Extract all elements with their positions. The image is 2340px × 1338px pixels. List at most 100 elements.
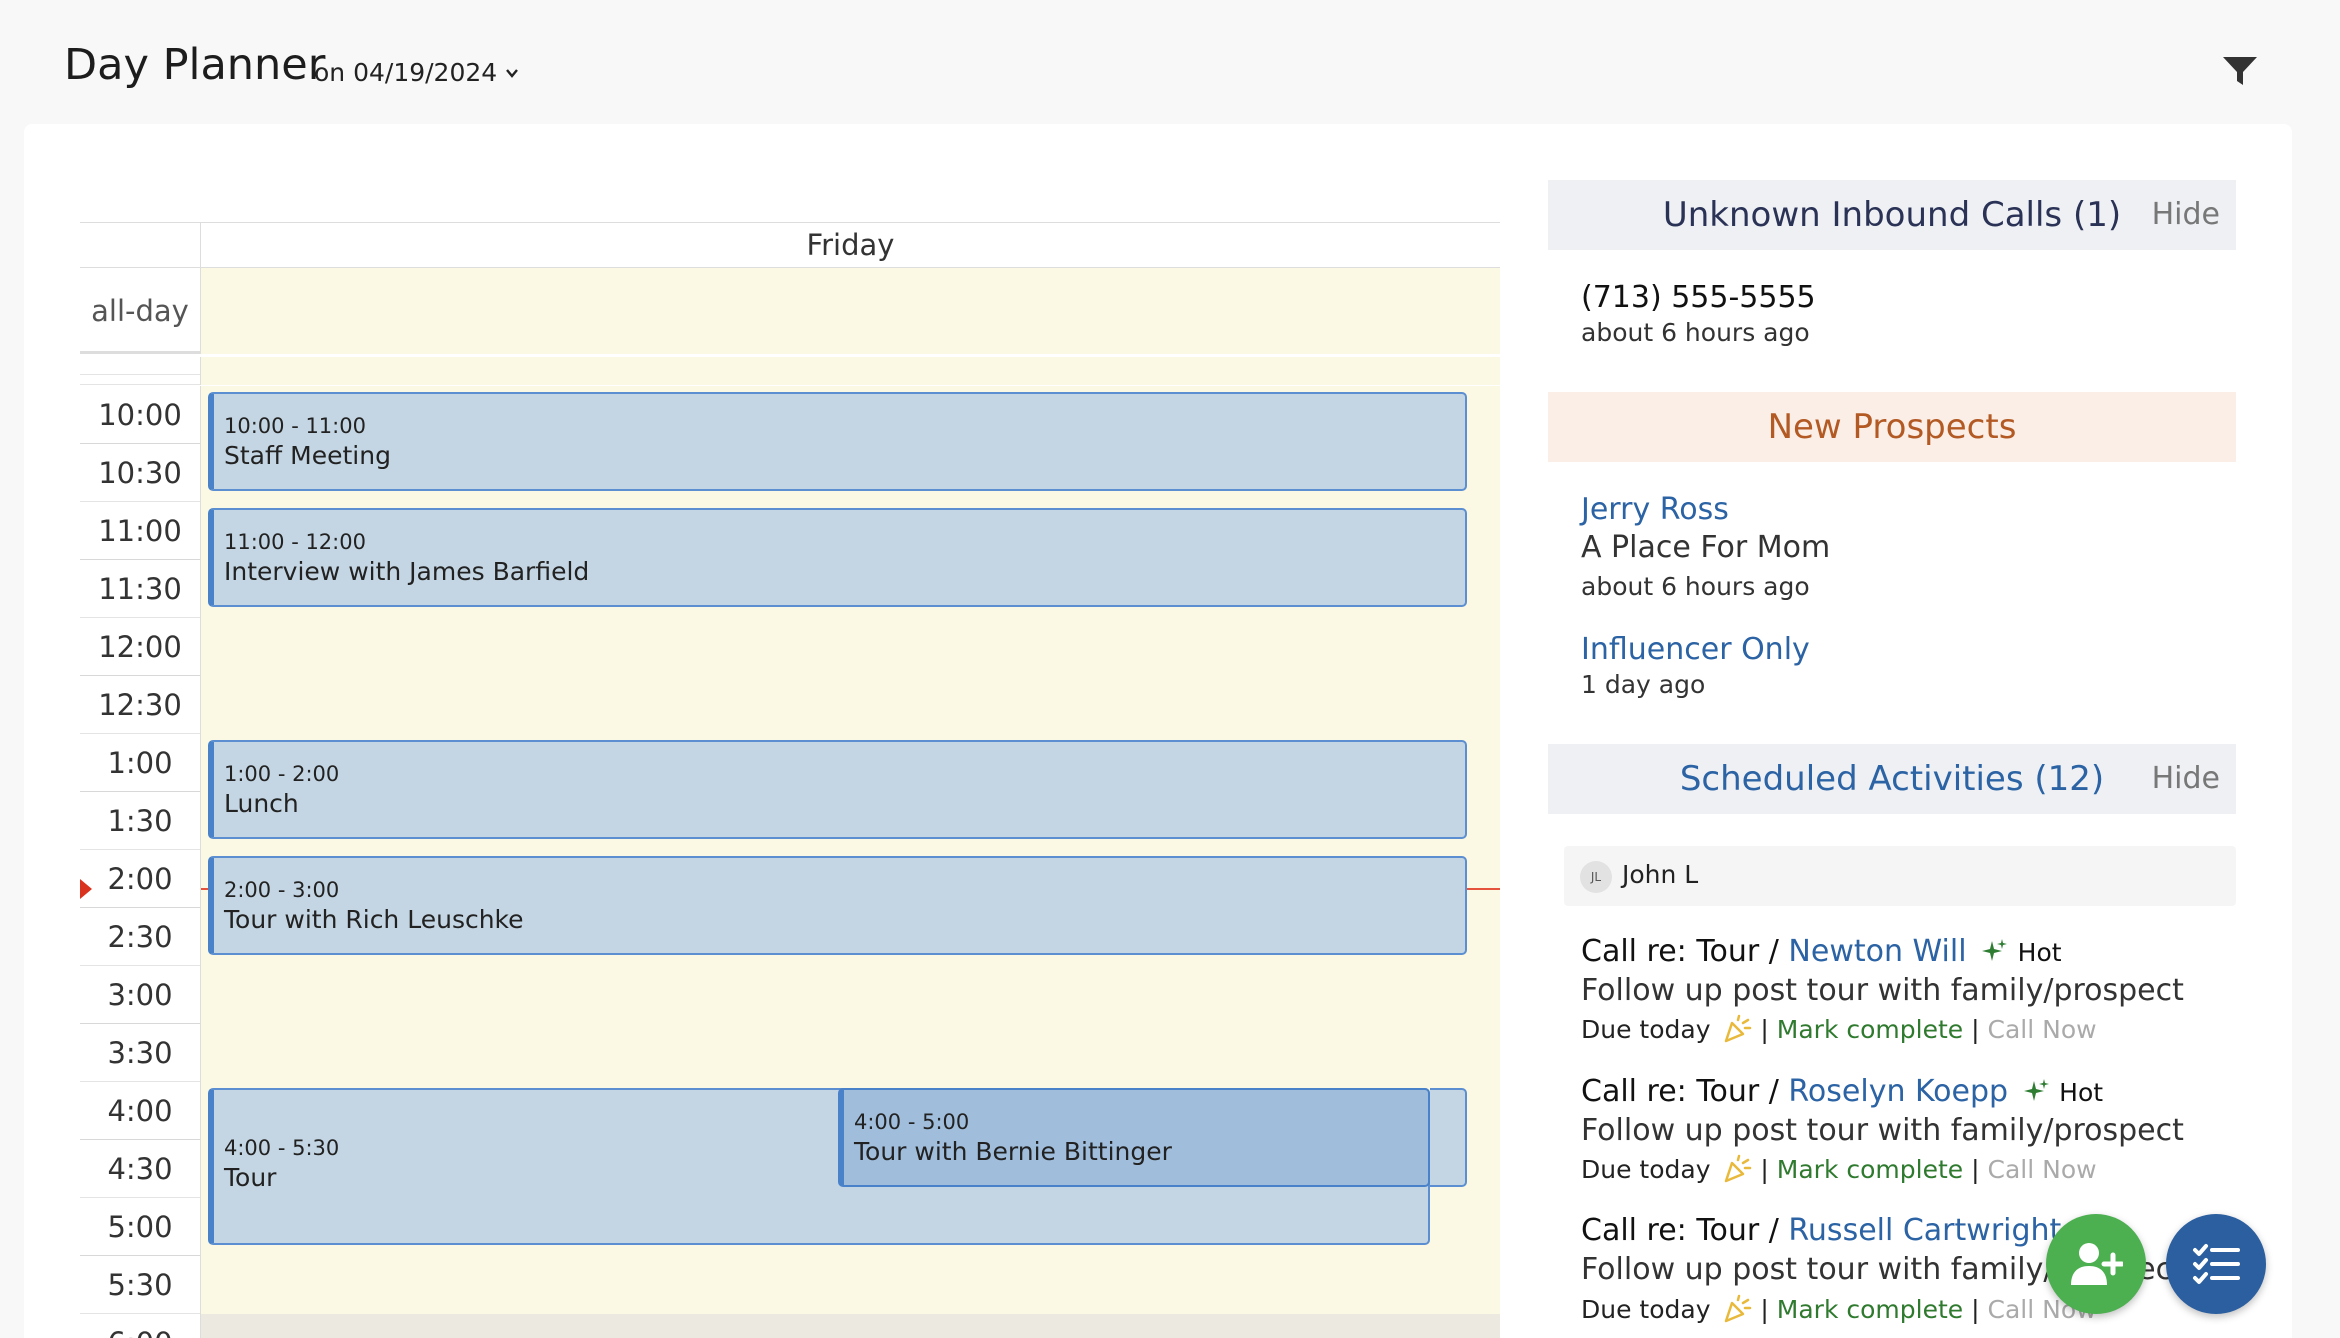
page-header: Day Planner on 04/19/2024 [0, 0, 2340, 124]
new-prospects-title: New Prospects [1767, 407, 2017, 447]
separator: | [1760, 1295, 1777, 1324]
agent-name: John L [1622, 860, 1699, 889]
prospect-timestamp: 1 day ago [1581, 670, 1706, 699]
mark-complete-link[interactable]: Mark complete [1777, 1295, 1963, 1324]
slot-cell[interactable] [201, 375, 1500, 385]
page-title: Day Planner [64, 40, 326, 90]
calendar-header: Friday [80, 222, 1500, 269]
inbound-calls-title: Unknown Inbound Calls (1) [1662, 195, 2122, 235]
slot-cell[interactable] [201, 1256, 1500, 1314]
activity-contact-link[interactable]: Roselyn Koepp [1788, 1074, 2008, 1109]
time-label: 12:30 [80, 676, 201, 734]
event-title: Interview with James Barfield [224, 557, 590, 586]
activity-prefix: Call re: Tour / [1581, 934, 1789, 969]
hide-activities-button[interactable]: Hide [2152, 744, 2220, 814]
time-label: 10:30 [80, 444, 201, 502]
hide-inbound-button[interactable]: Hide [2152, 180, 2220, 250]
event-time: 1:00 - 2:00 [224, 762, 340, 786]
prospect-timestamp: about 6 hours ago [1581, 572, 1810, 601]
time-label: 11:00 [80, 502, 201, 560]
slot-cell[interactable] [201, 1314, 1500, 1338]
celebration-icon [1725, 1154, 1752, 1183]
time-slot[interactable]: 12:30 [80, 676, 1500, 734]
sparkle-icon [2023, 1079, 2049, 1101]
call-now-link[interactable]: Call Now [1988, 1015, 2097, 1044]
activity-description: Follow up post tour with family/prospect [1581, 1113, 2184, 1148]
slot-cell[interactable] [201, 618, 1500, 676]
activity-actions: Due today | Mark complete | Call Now [1581, 1014, 2097, 1044]
time-slot[interactable]: 9:30 [80, 357, 1500, 375]
time-label: 4:00 [80, 1082, 201, 1140]
day-calendar: Friday all-day 9:30 10:00 10:30 11:00 11… [80, 222, 1500, 1338]
time-label: 5:30 [80, 1256, 201, 1314]
call-now-link[interactable]: Call Now [1988, 1155, 2097, 1184]
date-selector[interactable]: on 04/19/2024 [314, 58, 519, 87]
separator: | [1963, 1015, 1988, 1044]
inbound-timestamp: about 6 hours ago [1581, 318, 1810, 347]
time-label: 2:00 [80, 850, 201, 908]
separator: | [1760, 1015, 1777, 1044]
time-gutter-header [80, 223, 201, 269]
calendar-event[interactable]: 11:00 - 12:00 Interview with James Barfi… [208, 508, 1467, 607]
time-label: 3:30 [80, 1024, 201, 1082]
activity-prefix: Call re: Tour / [1581, 1213, 1789, 1248]
all-day-cell[interactable] [201, 268, 1500, 354]
mark-complete-link[interactable]: Mark complete [1777, 1015, 1963, 1044]
activity-contact-link[interactable]: Russell Cartwright [1788, 1213, 2061, 1248]
event-time: 10:00 - 11:00 [224, 414, 366, 438]
event-title: Tour with Rich Leuschke [224, 905, 524, 934]
time-label: 3:00 [80, 966, 201, 1024]
event-title: Staff Meeting [224, 441, 391, 470]
event-title: Lunch [224, 789, 299, 818]
time-grid[interactable]: 9:30 10:00 10:30 11:00 11:30 12:00 12:30… [80, 357, 1500, 1338]
time-slot[interactable]: 5:30 [80, 1256, 1500, 1314]
time-slot[interactable]: 6:00 [80, 1314, 1500, 1338]
time-slot[interactable]: 12:00 [80, 618, 1500, 676]
time-label: 1:00 [80, 734, 201, 792]
time-label: 2:30 [80, 908, 201, 966]
activity-description: Follow up post tour with family/prospect [1581, 973, 2184, 1008]
time-slot[interactable]: 3:30 [80, 1024, 1500, 1082]
calendar-event[interactable]: 2:00 - 3:00 Tour with Rich Leuschke [208, 856, 1467, 955]
scheduled-activities-header: Scheduled Activities (12) Hide [1548, 744, 2236, 814]
time-label: 9:30 [80, 357, 201, 375]
add-prospect-button[interactable] [2046, 1214, 2146, 1314]
time-slot[interactable] [80, 375, 1500, 385]
calendar-event[interactable]: 10:00 - 11:00 Staff Meeting [208, 392, 1467, 491]
prospect-name-link[interactable]: Jerry Ross [1581, 492, 1729, 527]
slot-cell[interactable] [201, 676, 1500, 734]
event-time: 11:00 - 12:00 [224, 530, 366, 554]
mark-complete-link[interactable]: Mark complete [1777, 1155, 1963, 1184]
slot-cell[interactable] [201, 1024, 1500, 1082]
activity-contact-link[interactable]: Newton Will [1788, 934, 1966, 969]
inbound-phone[interactable]: (713) 555-5555 [1581, 280, 1816, 315]
celebration-icon [1725, 1014, 1752, 1043]
due-label: Due today [1581, 1155, 1711, 1184]
time-label: 11:30 [80, 560, 201, 618]
filter-icon[interactable] [2222, 56, 2258, 86]
sparkle-icon [1982, 939, 2008, 961]
calendar-event[interactable]: 4:00 - 5:00 Tour with Bernie Bittinger [838, 1088, 1430, 1187]
separator: | [1760, 1155, 1777, 1184]
hot-tag: Hot [2017, 938, 2062, 967]
time-label: 12:00 [80, 618, 201, 676]
separator: | [1963, 1155, 1988, 1184]
slot-cell[interactable] [201, 357, 1500, 375]
time-slot[interactable]: 3:00 [80, 966, 1500, 1024]
current-time-marker [80, 879, 92, 899]
event-time: 4:00 - 5:00 [854, 1110, 970, 1134]
event-overlap-edge [1430, 1088, 1467, 1187]
add-person-icon [2071, 1243, 2123, 1285]
activity-prefix: Call re: Tour / [1581, 1074, 1789, 1109]
time-label: 10:00 [80, 386, 201, 444]
all-day-label: all-day [80, 268, 201, 354]
prospect-source: A Place For Mom [1581, 530, 1831, 565]
prospect-name-link[interactable]: Influencer Only [1581, 632, 1810, 667]
calendar-event[interactable]: 1:00 - 2:00 Lunch [208, 740, 1467, 839]
slot-cell[interactable] [201, 966, 1500, 1024]
tasks-button[interactable] [2166, 1214, 2266, 1314]
chevron-down-icon [506, 68, 519, 78]
hot-tag: Hot [2059, 1078, 2104, 1107]
new-prospects-header: New Prospects [1548, 392, 2236, 462]
activity-actions: Due today | Mark complete | Call Now [1581, 1154, 2097, 1184]
